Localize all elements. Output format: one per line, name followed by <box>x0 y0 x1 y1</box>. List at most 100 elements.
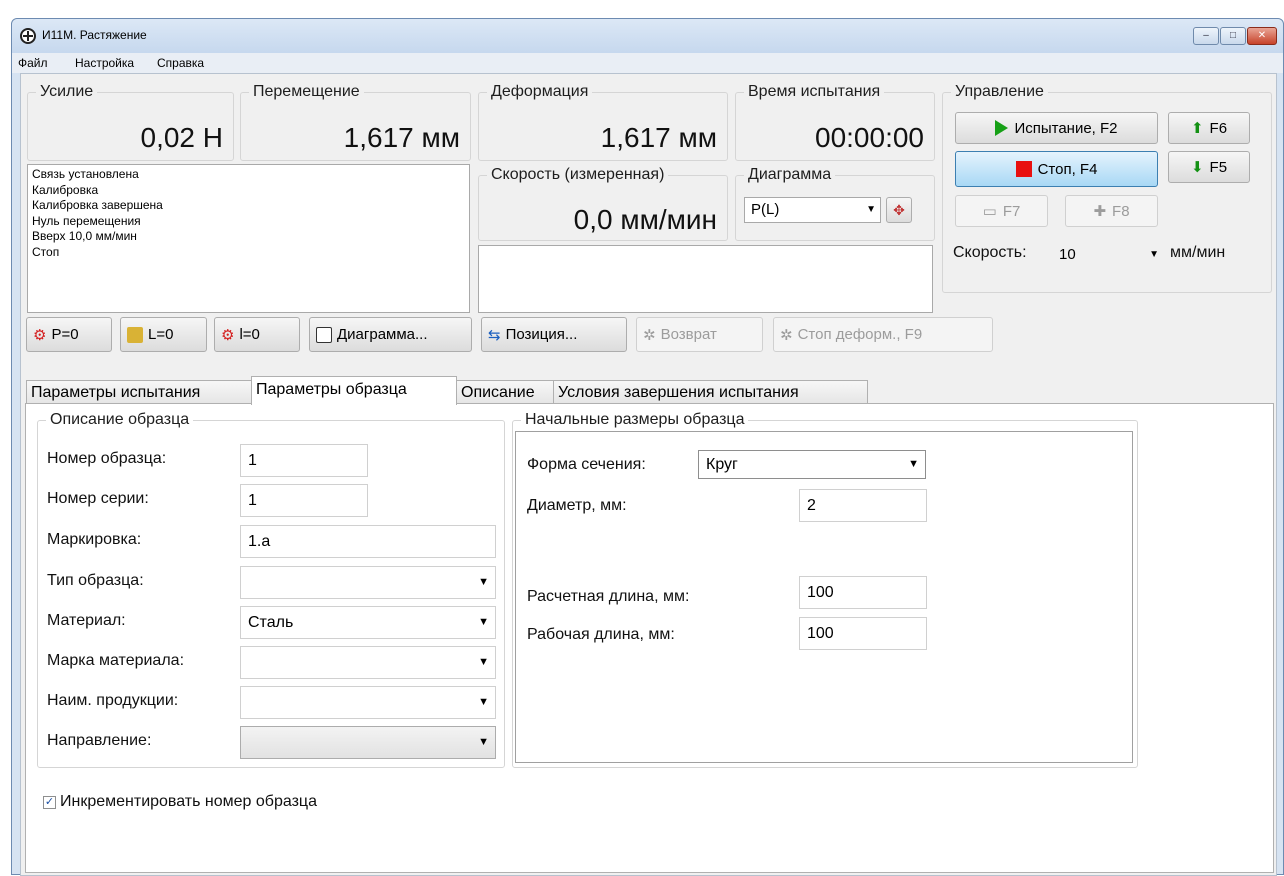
f7-label: F7 <box>1002 202 1021 220</box>
speed-unit: мм/мин <box>1170 244 1226 261</box>
direction-select[interactable]: ▼ <box>240 726 496 759</box>
position-button[interactable]: ⇆ Позиция... <box>481 317 627 352</box>
speed-label: Скорость: <box>953 244 1027 261</box>
log-line: Нуль перемещения <box>32 213 141 228</box>
play-icon <box>995 120 1009 136</box>
chevron-down-icon: ▼ <box>478 656 489 668</box>
calc-length-label: Расчетная длина, мм: <box>527 588 690 605</box>
sample-description-group: Описание образца Номер образца: 1 Номер … <box>37 411 505 768</box>
p-zero-button[interactable]: ⚙ P=0 <box>26 317 112 352</box>
f6-button[interactable]: ⬆ F6 <box>1168 112 1250 144</box>
marking-field[interactable]: 1.а <box>240 525 496 558</box>
position-button-label: Позиция... <box>505 326 578 343</box>
minimize-button[interactable]: ‒ <box>1193 27 1219 45</box>
sample-parameters-page: Описание образца Номер образца: 1 Номер … <box>25 403 1274 873</box>
force-title: Усилие <box>36 83 98 101</box>
sample-type-select[interactable]: ▼ <box>240 566 496 599</box>
close-button[interactable]: ✕ <box>1247 27 1277 45</box>
tab-test-parameters[interactable]: Параметры испытания <box>26 380 252 404</box>
material-grade-select[interactable]: ▼ <box>240 646 496 679</box>
chevron-down-icon: ▼ <box>1149 249 1159 260</box>
log-line: Калибровка завершена <box>32 198 163 212</box>
initial-dimensions-title: Начальные размеры образца <box>521 411 749 429</box>
return-button[interactable]: ✲ Возврат <box>636 317 763 352</box>
log-line: Стоп <box>32 244 60 259</box>
deformation-group: Деформация 1,617 мм <box>478 83 728 161</box>
speed-select[interactable]: 10 ▼ <box>1053 241 1163 269</box>
stop-button[interactable]: Стоп, F4 <box>955 151 1158 187</box>
event-log: Связь установлена Калибровка Калибровка … <box>27 164 470 313</box>
sample-number-field[interactable]: 1 <box>240 444 368 477</box>
l-zero-button[interactable]: L=0 <box>120 317 207 352</box>
chevron-down-icon: ▼ <box>478 736 489 748</box>
sample-description-title: Описание образца <box>46 411 194 429</box>
displacement-title: Перемещение <box>249 83 364 101</box>
product-name-select[interactable]: ▼ <box>240 686 496 719</box>
info-box <box>478 245 933 313</box>
work-length-label: Рабочая длина, мм: <box>527 626 675 643</box>
arrow-up-icon: ⬆ <box>1190 119 1204 137</box>
log-line: Связь установлена <box>32 167 139 181</box>
section-shape-value: Круг <box>706 456 738 473</box>
series-number-field[interactable]: 1 <box>240 484 368 517</box>
maximize-button[interactable]: □ <box>1220 27 1246 45</box>
material-label: Материал: <box>47 612 126 629</box>
sensor-icon: ⚙ <box>33 326 47 344</box>
control-group: Управление Испытание, F2 ⬆ F6 Стоп, F4 ⬇… <box>942 83 1272 293</box>
work-length-field[interactable]: 100 <box>799 617 927 650</box>
tab-completion-conditions[interactable]: Условия завершения испытания <box>553 380 868 404</box>
diagram-title: Диаграмма <box>744 166 836 184</box>
series-number-label: Номер серии: <box>47 490 149 507</box>
diagram-settings-button[interactable]: ✥ <box>886 197 912 223</box>
i-zero-button[interactable]: ⚙ l=0 <box>214 317 300 352</box>
crosshair-icon: ✥ <box>893 201 905 218</box>
p-zero-label: P=0 <box>51 326 79 343</box>
i-zero-label: l=0 <box>239 326 260 343</box>
return-button-label: Возврат <box>660 326 717 343</box>
diameter-label: Диаметр, мм: <box>527 497 627 514</box>
diagram-group: Диаграмма P(L) ▼ ✥ <box>735 166 935 241</box>
position-icon: ⇆ <box>488 326 501 344</box>
sample-number-label: Номер образца: <box>47 450 167 467</box>
l-zero-label: L=0 <box>148 326 174 343</box>
material-grade-label: Марка материала: <box>47 652 185 669</box>
diagram-select[interactable]: P(L) ▼ <box>744 197 881 223</box>
section-shape-select[interactable]: Круг ▼ <box>698 450 926 479</box>
menu-file[interactable]: Файл <box>18 56 48 70</box>
increment-checkbox[interactable]: ✓ <box>43 796 56 809</box>
speed-measured-value: 0,0 мм/мин <box>573 204 717 235</box>
main-window: И11М. Растяжение ‒ □ ✕ Файл Настройка Сп… <box>11 18 1284 876</box>
menu-bar: Файл Настройка Справка <box>12 53 1283 73</box>
section-shape-label: Форма сечения: <box>527 456 646 473</box>
tab-description[interactable]: Описание <box>456 380 554 404</box>
f8-button[interactable]: ✚ F8 <box>1065 195 1158 227</box>
test-button[interactable]: Испытание, F2 <box>955 112 1158 144</box>
tab-sample-parameters[interactable]: Параметры образца <box>251 376 457 405</box>
menu-help[interactable]: Справка <box>157 56 204 70</box>
menu-settings[interactable]: Настройка <box>75 56 134 70</box>
chevron-down-icon: ▼ <box>866 204 876 215</box>
force-group: Усилие 0,02 Н <box>27 83 234 161</box>
diagram-button[interactable]: Диаграмма... <box>309 317 472 352</box>
chevron-down-icon: ▼ <box>478 616 489 628</box>
speed-value: 10 <box>1059 246 1076 263</box>
return-icon: ✲ <box>643 326 656 344</box>
chevron-down-icon: ▼ <box>908 458 919 470</box>
initial-dimensions-group: Начальные размеры образца Форма сечения:… <box>512 411 1138 768</box>
test-time-value: 00:00:00 <box>815 122 924 153</box>
sample-type-label: Тип образца: <box>47 572 144 589</box>
calc-length-field[interactable]: 100 <box>799 576 927 609</box>
control-title: Управление <box>951 83 1048 101</box>
stop-deform-icon: ✲ <box>780 326 793 344</box>
product-name-label: Наим. продукции: <box>47 692 179 709</box>
diameter-field[interactable]: 2 <box>799 489 927 522</box>
minus-icon: ▭ <box>982 203 997 220</box>
stop-button-label: Стоп, F4 <box>1037 160 1098 178</box>
f5-button[interactable]: ⬇ F5 <box>1168 151 1250 183</box>
stop-deform-button[interactable]: ✲ Стоп деформ., F9 <box>773 317 993 352</box>
material-select[interactable]: Сталь ▼ <box>240 606 496 639</box>
increment-label: Инкрементировать номер образца <box>60 793 317 810</box>
f7-button[interactable]: ▭ F7 <box>955 195 1048 227</box>
arrow-down-icon: ⬇ <box>1190 158 1204 176</box>
log-line: Вверх 10,0 мм/мин <box>32 229 137 243</box>
